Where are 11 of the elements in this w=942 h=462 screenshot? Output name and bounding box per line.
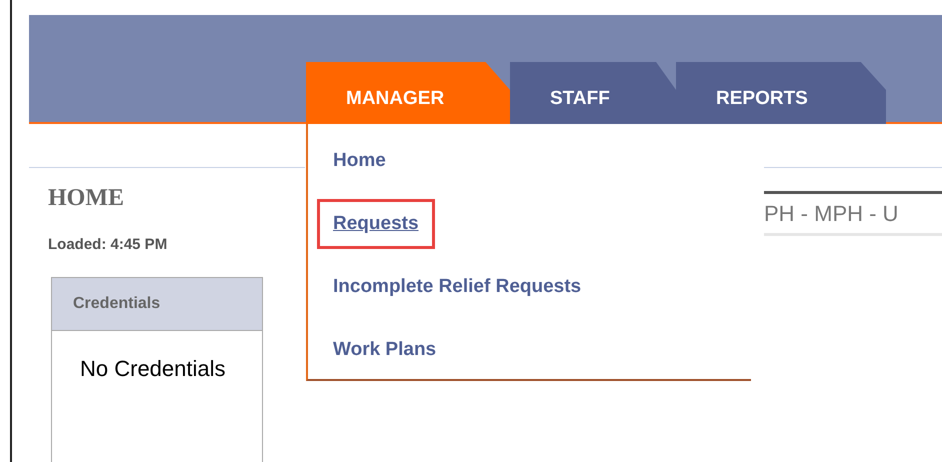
- nav-tab[interactable]: STAFF: [510, 62, 676, 124]
- menu-item[interactable]: Incomplete Relief Requests: [317, 270, 598, 304]
- nav-tab[interactable]: REPORTS: [676, 62, 886, 124]
- empty-message: No Credentials: [80, 354, 227, 382]
- page-title: HOME: [48, 184, 125, 213]
- menu-item[interactable]: Home: [317, 144, 402, 178]
- menu-item[interactable]: Requests: [317, 199, 435, 249]
- panel-title: Credentials: [73, 294, 160, 314]
- loaded-time: Loaded: 4:45 PM: [48, 235, 168, 255]
- menu-item[interactable]: Work Plans: [317, 333, 452, 367]
- location-text: PH - MPH - U: [764, 194, 942, 236]
